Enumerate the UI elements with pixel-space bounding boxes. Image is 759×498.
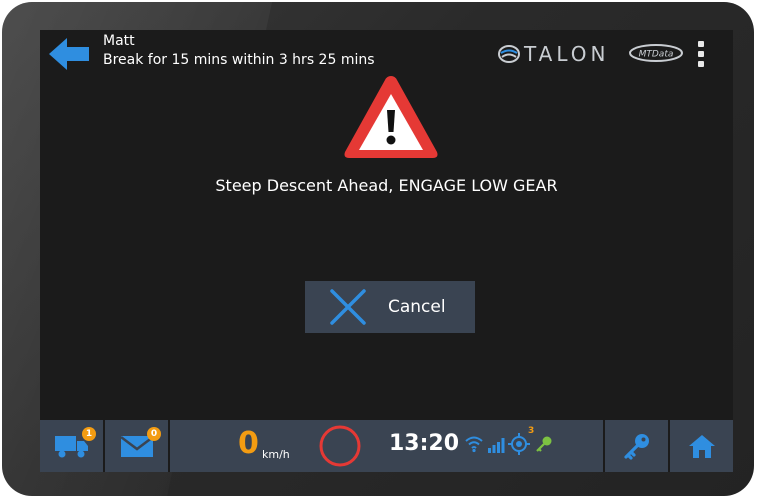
talon-logo: TALON (498, 41, 609, 67)
speed-value: 0 (238, 426, 259, 461)
mtdata-logo: MTData (629, 44, 683, 62)
ignition-key-icon (536, 436, 552, 452)
speed-unit: km/h (262, 448, 290, 461)
cancel-button[interactable]: Cancel (305, 281, 475, 333)
talon-logo-text: TALON (524, 42, 610, 66)
back-button[interactable] (45, 34, 93, 74)
screen: Matt Break for 15 mins within 3 hrs 25 m… (40, 30, 733, 472)
break-notice: Break for 15 mins within 3 hrs 25 mins (103, 52, 375, 68)
mail-badge: 0 (147, 427, 161, 441)
close-icon (330, 289, 366, 325)
home-icon (688, 435, 715, 458)
wifi-icon (465, 436, 483, 453)
alert-message: Steep Descent Ahead, ENGAGE LOW GEAR (215, 176, 558, 195)
divider (168, 420, 170, 472)
messages-button[interactable]: 0 (105, 420, 168, 472)
home-button[interactable] (670, 420, 733, 472)
clock-time: 13:20 (389, 431, 460, 456)
record-circle-icon[interactable] (318, 424, 362, 468)
bottom-bar: 1 0 0 km/h 13:20 3 (40, 420, 733, 472)
signal-bars-icon (488, 438, 505, 453)
key-button[interactable] (605, 420, 668, 472)
talon-swirl-icon (498, 45, 520, 63)
key-icon (623, 434, 649, 460)
mtdata-logo-text: MTData (639, 50, 674, 60)
back-arrow-icon (49, 38, 89, 70)
cancel-label: Cancel (388, 297, 446, 317)
truck-button[interactable]: 1 (40, 420, 103, 472)
truck-badge: 1 (82, 427, 96, 441)
gps-satellite-count: 3 (528, 426, 535, 436)
warning-triangle-icon (344, 76, 438, 158)
menu-more-icon[interactable] (696, 41, 706, 67)
driver-name: Matt (103, 33, 135, 49)
